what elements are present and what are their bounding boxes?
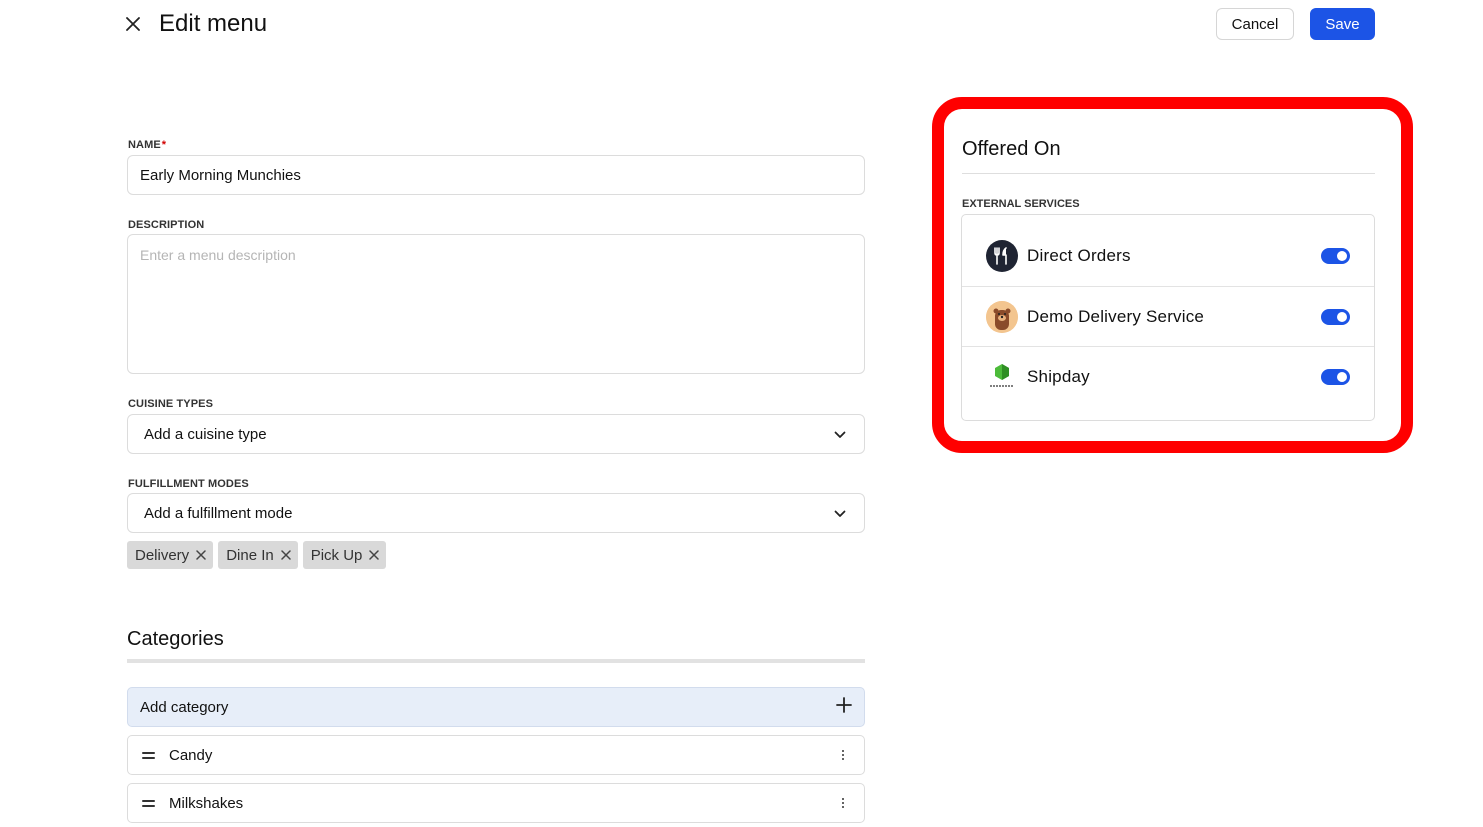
remove-chip-icon[interactable] bbox=[369, 550, 380, 560]
drag-handle-icon[interactable] bbox=[142, 799, 155, 807]
category-row[interactable]: Candy bbox=[127, 735, 865, 775]
cancel-button[interactable]: Cancel bbox=[1216, 8, 1294, 40]
add-category-label: Add category bbox=[140, 698, 229, 716]
fulfillment-modes-label: FULFILLMENT MODES bbox=[128, 478, 249, 490]
service-row-shipday: Shipday bbox=[962, 347, 1374, 407]
category-row[interactable]: Milkshakes bbox=[127, 783, 865, 823]
chevron-down-icon bbox=[834, 426, 846, 443]
category-name: Milkshakes bbox=[169, 794, 244, 812]
service-name: Shipday bbox=[1027, 367, 1090, 386]
offered-on-title: Offered On bbox=[962, 138, 1061, 160]
cuisine-types-label: CUISINE TYPES bbox=[128, 398, 214, 410]
more-options-icon[interactable] bbox=[836, 750, 850, 760]
plus-icon bbox=[836, 697, 852, 717]
demo-delivery-toggle[interactable] bbox=[1321, 308, 1350, 325]
required-mark: * bbox=[161, 139, 167, 151]
cuisine-type-placeholder: Add a cuisine type bbox=[144, 425, 267, 443]
description-textarea[interactable]: Enter a menu description bbox=[127, 234, 865, 374]
fulfillment-mode-select[interactable]: Add a fulfillment mode bbox=[127, 493, 865, 533]
add-category-button[interactable]: Add category bbox=[127, 687, 865, 727]
name-input[interactable]: Early Morning Munchies bbox=[127, 155, 865, 195]
fulfillment-mode-placeholder: Add a fulfillment mode bbox=[144, 504, 293, 522]
save-button[interactable]: Save bbox=[1310, 8, 1375, 40]
more-options-icon[interactable] bbox=[836, 798, 850, 808]
categories-divider bbox=[127, 659, 865, 663]
categories-title: Categories bbox=[127, 628, 224, 650]
description-label: DESCRIPTION bbox=[128, 219, 205, 231]
remove-chip-icon[interactable] bbox=[280, 550, 291, 560]
external-services-label: EXTERNAL SERVICES bbox=[962, 198, 1080, 210]
chip-pick-up: Pick Up bbox=[302, 541, 387, 569]
fork-knife-icon bbox=[986, 239, 1018, 272]
external-services-list: Direct Orders Demo Delivery Service Ship… bbox=[961, 214, 1375, 421]
shipday-toggle[interactable] bbox=[1321, 369, 1350, 385]
edit-menu-page: Edit menu Cancel Save NAME* Early Mornin… bbox=[0, 0, 1483, 827]
service-row-demo-delivery: Demo Delivery Service bbox=[962, 287, 1374, 347]
offered-on-divider bbox=[962, 173, 1375, 174]
name-label: NAME* bbox=[128, 139, 167, 151]
remove-chip-icon[interactable] bbox=[196, 550, 206, 560]
service-row-direct-orders: Direct Orders bbox=[962, 215, 1374, 287]
chip-delivery: Delivery bbox=[127, 541, 214, 569]
shipday-logo-icon bbox=[986, 361, 1018, 393]
service-name: Demo Delivery Service bbox=[1027, 306, 1205, 326]
direct-orders-toggle[interactable] bbox=[1321, 247, 1350, 264]
drag-handle-icon[interactable] bbox=[142, 751, 155, 759]
bear-avatar-icon bbox=[986, 300, 1018, 333]
fulfillment-chips: Delivery Dine In Pick Up bbox=[127, 541, 387, 569]
chip-dine-in: Dine In bbox=[218, 541, 298, 569]
close-icon[interactable] bbox=[122, 13, 144, 35]
service-name: Direct Orders bbox=[1027, 245, 1131, 265]
cuisine-type-select[interactable]: Add a cuisine type bbox=[127, 414, 865, 454]
chevron-down-icon bbox=[834, 505, 846, 522]
category-name: Candy bbox=[169, 746, 213, 764]
page-title: Edit menu bbox=[159, 10, 268, 37]
